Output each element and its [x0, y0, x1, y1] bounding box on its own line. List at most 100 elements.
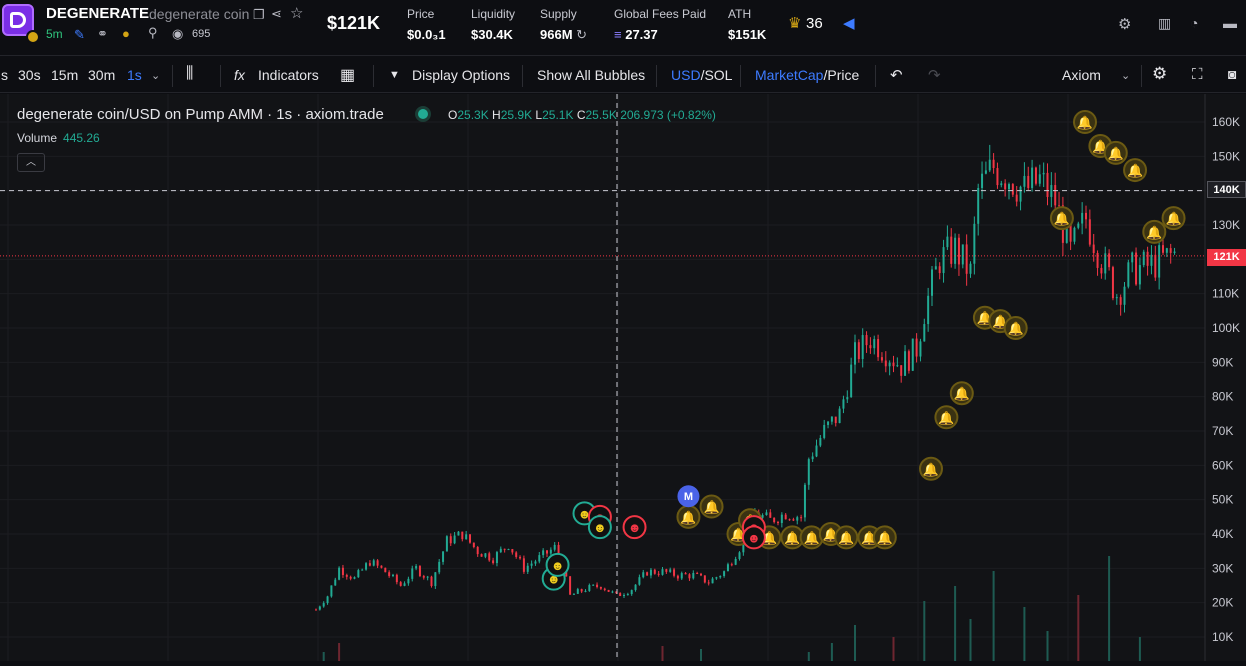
chart-canvas[interactable]: 160K150K140K130K120K110K100K90K80K70K60K…	[0, 94, 1246, 661]
candle	[334, 579, 337, 586]
interval-30s[interactable]: 30s	[18, 67, 41, 83]
candle	[430, 576, 433, 587]
candle	[688, 574, 691, 579]
candle	[1031, 167, 1034, 189]
screenshot-icon[interactable]: ◙	[1228, 66, 1236, 82]
candle	[1165, 248, 1168, 253]
feather-icon[interactable]: ✎	[74, 27, 85, 43]
candle	[784, 514, 787, 520]
interval-30m[interactable]: 30m	[88, 67, 115, 83]
bell-icon: 🔔	[938, 410, 954, 425]
volume-bar	[923, 601, 926, 661]
megaphone-icon[interactable]: ◀	[843, 14, 855, 32]
interval-1s[interactable]: 1s	[127, 67, 142, 83]
volume-bar	[1138, 637, 1141, 661]
fullscreen-icon[interactable]: ⛶	[1192, 66, 1203, 83]
interval-s[interactable]: s	[1, 67, 8, 83]
templates-icon[interactable]: ▦	[340, 65, 355, 85]
interval-dropdown-icon[interactable]: ⌄	[151, 69, 160, 82]
token-logo[interactable]	[2, 4, 40, 44]
candle	[792, 519, 795, 521]
candle	[838, 408, 841, 424]
candle	[673, 569, 676, 576]
chart-settings-icon[interactable]: ⚙	[1152, 64, 1167, 84]
source-select[interactable]: Axiom	[1062, 67, 1101, 83]
search-icon[interactable]: ⚲	[148, 25, 158, 41]
share-icon[interactable]: ⋖	[271, 6, 282, 22]
show-all-bubbles-button[interactable]: Show All Bubbles	[537, 67, 645, 83]
candle	[884, 360, 887, 367]
candle	[634, 584, 637, 591]
candle	[338, 567, 341, 580]
candle	[461, 531, 464, 540]
star-icon[interactable]: ☆	[290, 4, 303, 22]
candle	[465, 534, 468, 540]
current-price-label: 121K	[1207, 249, 1246, 266]
candle	[484, 553, 487, 557]
copy-icon[interactable]: ❐	[253, 7, 265, 23]
candle	[850, 364, 853, 398]
chart-toolbar: s 30s 15m 30m 1s ⌄ ⫼ fx Indicators ▦ ▼ D…	[0, 57, 1246, 93]
volume-bar	[954, 586, 957, 661]
candle	[411, 568, 414, 579]
candle	[700, 573, 702, 576]
candle	[499, 548, 502, 553]
candle	[919, 341, 922, 357]
candle	[1011, 184, 1014, 195]
candle	[580, 589, 583, 592]
candle	[457, 531, 460, 536]
crown-count: 36	[806, 15, 823, 32]
candle	[1085, 212, 1087, 220]
candle	[1169, 248, 1172, 253]
crown-icon[interactable]: ♛	[788, 14, 801, 32]
price-chart[interactable]: 160K150K140K130K120K110K100K90K80K70K60K…	[0, 94, 1246, 661]
crosshair-price-label: 140K	[1207, 181, 1246, 198]
candle	[842, 399, 845, 409]
candle	[869, 345, 872, 349]
analytics-icon[interactable]: ▥	[1158, 15, 1171, 32]
candle	[707, 582, 710, 584]
avatar-face-icon: ☻	[593, 520, 607, 535]
candle	[684, 573, 687, 575]
volume-bar	[807, 652, 810, 661]
redo-icon[interactable]: ↷	[928, 66, 941, 84]
candle	[1096, 252, 1099, 268]
stat-ath: ATH $151K	[728, 7, 767, 42]
y-tick-label: 130K	[1212, 218, 1240, 232]
indicators-icon[interactable]: fx	[234, 67, 245, 83]
bell-icon: 🔔	[1165, 211, 1181, 226]
interval-15m[interactable]: 15m	[51, 67, 78, 83]
undo-icon[interactable]: ↶	[890, 66, 903, 84]
stat-liquidity: Liquidity $30.4K	[471, 7, 516, 42]
indicators-button[interactable]: Indicators	[258, 67, 319, 83]
candle	[519, 556, 522, 559]
candle	[1111, 267, 1114, 299]
candle-type-icon[interactable]: ⫼	[186, 65, 193, 83]
candle	[934, 266, 937, 270]
currency-toggle[interactable]: USD/SOL	[671, 67, 732, 83]
alarm-icon[interactable]: ◔	[1190, 15, 1198, 31]
coin-icon[interactable]: ●	[122, 26, 130, 41]
candle	[1058, 205, 1061, 207]
settings-icon[interactable]: ⚙	[1118, 15, 1131, 33]
link-icon[interactable]: ⚭	[97, 26, 108, 42]
display-options-button[interactable]: Display Options	[412, 67, 510, 83]
candle	[1046, 172, 1049, 197]
candle	[588, 585, 591, 591]
collapse-legend-button[interactable]: ︿	[17, 153, 45, 172]
candle	[715, 577, 718, 579]
refresh-icon: ↻	[576, 27, 588, 42]
candle	[526, 565, 529, 572]
candle	[1027, 175, 1030, 189]
candle	[353, 577, 356, 579]
candle	[476, 547, 479, 555]
display-options-caret-icon[interactable]: ▼	[389, 69, 400, 81]
candle	[773, 517, 776, 523]
candle	[726, 564, 729, 572]
mcap-price-toggle[interactable]: MarketCap/Price	[755, 67, 859, 83]
source-dropdown-icon[interactable]: ⌄	[1121, 69, 1130, 82]
layout-icon[interactable]: ▬	[1223, 15, 1237, 31]
candle	[657, 573, 660, 575]
candle	[927, 295, 930, 325]
candle	[1146, 251, 1149, 266]
